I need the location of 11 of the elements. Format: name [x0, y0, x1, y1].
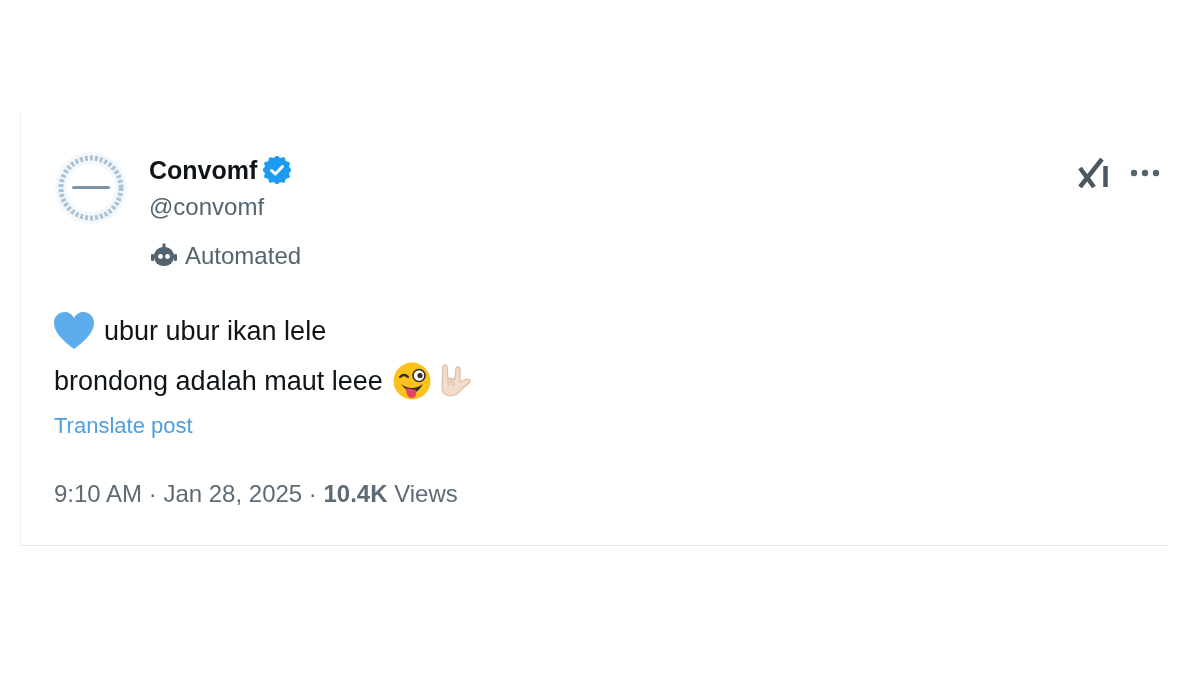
post-text: ubur ubur ikan lele [104, 315, 327, 348]
post-text: brondong adalah maut leee [54, 365, 383, 398]
more-options-icon[interactable] [1130, 169, 1160, 177]
post-metadata: 9:10 AM · Jan 28, 2025 · 10.4K Views [54, 479, 458, 509]
heart-icon [54, 312, 94, 350]
robot-icon [151, 243, 177, 269]
author-handle[interactable]: @convomf [149, 187, 302, 227]
winking-tongue-emoji-icon [392, 362, 431, 400]
automated-label: Automated [185, 241, 302, 271]
slash-logo-icon[interactable] [1078, 158, 1110, 188]
author-name[interactable]: Convomf [149, 153, 258, 187]
